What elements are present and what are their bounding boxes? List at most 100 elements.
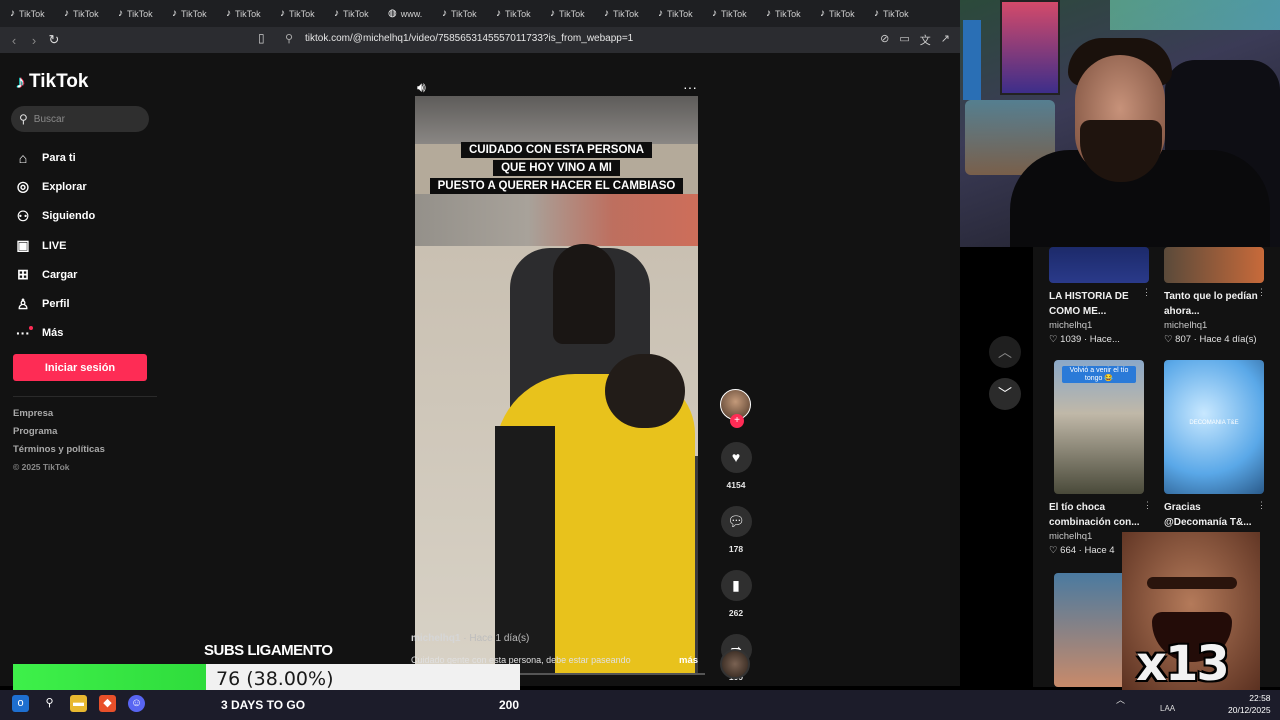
- tray-chevron-icon[interactable]: ︿: [1116, 693, 1125, 706]
- browser-tab[interactable]: ♪ TikTok: [490, 3, 544, 25]
- comment-action[interactable]: 💬︎ 178: [718, 506, 754, 554]
- sidebar-item-label: Explorar: [42, 180, 87, 193]
- more-link[interactable]: más: [679, 655, 698, 666]
- outlook-icon[interactable]: o: [12, 695, 29, 712]
- video-card[interactable]: Tanto que lo pedían ahora... michelhq1 ♡…: [1164, 247, 1266, 345]
- card-title[interactable]: LA HISTORIA DE COMO ME...: [1049, 289, 1149, 319]
- browser-tab[interactable]: ♪ TikTok: [166, 3, 220, 25]
- browser-tab[interactable]: ◍ www.: [382, 3, 436, 25]
- browser-tab-label: TikTok: [181, 8, 207, 19]
- browser-tab[interactable]: ♪ TikTok: [814, 3, 868, 25]
- card-more-icon[interactable]: ⋮: [1257, 287, 1266, 298]
- taskbar-clock[interactable]: 22:58 20/12/2025: [1228, 692, 1271, 716]
- sidebar-item-mas[interactable]: ··· Más: [14, 319, 95, 348]
- save-action[interactable]: ▮ 262: [718, 570, 754, 618]
- video-scene-hair: [553, 244, 615, 344]
- browser-tab[interactable]: ♪ TikTok: [652, 3, 706, 25]
- browser-tab-label: TikTok: [613, 8, 639, 19]
- logo-text: TikTok: [29, 71, 89, 92]
- bookmark-icon[interactable]: ▯: [258, 31, 265, 45]
- browser-tab[interactable]: ♪ TikTok: [760, 3, 814, 25]
- more-options-icon[interactable]: ···: [683, 79, 697, 96]
- sidebar-item-siguiendo[interactable]: ⚇ Siguiendo: [14, 202, 95, 231]
- video-card[interactable]: DECOMANIA T&E Gracias @Decomanía T&... ⋮: [1164, 360, 1266, 530]
- video-thumbnail[interactable]: [1164, 247, 1264, 283]
- sidebar-item-para-ti[interactable]: ⌂ Para ti: [14, 143, 95, 172]
- globe-icon: ◍: [388, 8, 397, 19]
- meme-eyes: [1147, 577, 1237, 589]
- like-count: 4154: [726, 480, 746, 490]
- browser-tab[interactable]: ♪ TikTok: [436, 3, 490, 25]
- forward-icon[interactable]: ›: [24, 33, 44, 48]
- video-card[interactable]: Volvió a venir el tío tongo 😂 El tío cho…: [1049, 360, 1152, 556]
- video-top-controls: 🔊︎ ···: [417, 79, 697, 96]
- sidebar: ♪ TikTok ⚲ ⌂ Para ti ◎ Explorar ⚇ Siguie…: [0, 53, 160, 686]
- translate-icon[interactable]: 文: [920, 32, 931, 48]
- heart-outline-icon: ♡: [1049, 334, 1058, 345]
- video-thumbnail[interactable]: DECOMANIA T&E: [1164, 360, 1264, 494]
- follow-plus-icon[interactable]: +: [730, 414, 744, 428]
- sidebar-item-live[interactable]: ▣ LIVE: [14, 231, 95, 260]
- card-title[interactable]: Tanto que lo pedían ahora...: [1164, 289, 1264, 319]
- card-title[interactable]: El tío choca combinación con...: [1049, 500, 1144, 530]
- search-input[interactable]: [33, 113, 134, 125]
- author-name[interactable]: michelhq1: [411, 633, 460, 644]
- tiktok-favicon-icon: ♪: [10, 8, 15, 19]
- search-box[interactable]: ⚲: [11, 106, 149, 132]
- footer-link-empresa[interactable]: Empresa: [13, 408, 105, 426]
- video-card[interactable]: LA HISTORIA DE COMO ME... michelhq1 ♡ 10…: [1049, 247, 1151, 345]
- creator-avatar[interactable]: +: [720, 389, 751, 428]
- card-user[interactable]: michelhq1: [1049, 320, 1149, 331]
- search-icon[interactable]: ⚲: [41, 695, 58, 712]
- browser-tab[interactable]: ♪ TikTok: [274, 3, 328, 25]
- browser-tab[interactable]: ♪ TikTok: [868, 3, 922, 25]
- card-meta: ♡ 807 · Hace 4 día(s): [1164, 334, 1257, 345]
- tiktok-logo[interactable]: ♪ TikTok: [16, 71, 88, 93]
- tiktok-page: ♪ TikTok ⚲ ⌂ Para ti ◎ Explorar ⚇ Siguie…: [0, 53, 1021, 686]
- video-player[interactable]: CUIDADO CON ESTA PERSONA QUE HOY VINO A …: [415, 96, 698, 673]
- browser-tab[interactable]: ♪ TikTok: [328, 3, 382, 25]
- browser-tab[interactable]: ♪ TikTok: [220, 3, 274, 25]
- url-text[interactable]: tiktok.com/@michelhq1/video/758565314555…: [305, 33, 633, 44]
- sidebar-item-cargar[interactable]: ⊞ Cargar: [14, 260, 95, 289]
- browser-tab[interactable]: ♪ TikTok: [544, 3, 598, 25]
- music-disc-avatar[interactable]: [720, 649, 750, 679]
- browser-tab[interactable]: ♪ TikTok: [706, 3, 760, 25]
- back-icon[interactable]: ‹: [4, 33, 24, 48]
- share-icon[interactable]: ↗: [941, 32, 950, 48]
- screen-icon[interactable]: ▭: [899, 32, 909, 48]
- reload-icon[interactable]: ↻: [44, 32, 64, 48]
- browser-tab[interactable]: ♪ TikTok: [4, 3, 58, 25]
- site-info-icon[interactable]: ⚲: [285, 32, 293, 45]
- previous-video-button[interactable]: ︿: [989, 336, 1021, 368]
- sidebar-item-explorar[interactable]: ◎ Explorar: [14, 172, 95, 201]
- upload-icon: ⊞: [17, 266, 29, 283]
- sidebar-item-perfil[interactable]: ♙ Perfil: [14, 289, 95, 318]
- browser-tab[interactable]: ♪ TikTok: [58, 3, 112, 25]
- card-title[interactable]: Gracias @Decomanía T&...: [1164, 500, 1264, 530]
- like-action[interactable]: ♥ 4154: [718, 442, 754, 490]
- no-eye-icon[interactable]: ⊘: [880, 32, 889, 48]
- browser-tab[interactable]: ♪ TikTok: [598, 3, 652, 25]
- bookmark-icon[interactable]: ▮: [720, 570, 752, 601]
- subs-goal-value: 76 (38.00%): [216, 668, 334, 690]
- folder-icon[interactable]: ▬: [70, 695, 87, 712]
- brave-icon[interactable]: ◆: [99, 695, 116, 712]
- video-thumbnail[interactable]: Volvió a venir el tío tongo 😂: [1054, 360, 1144, 494]
- language-indicator[interactable]: LAA: [1160, 704, 1175, 713]
- next-video-button[interactable]: ﹀: [989, 378, 1021, 410]
- login-button[interactable]: Iniciar sesión: [13, 354, 147, 381]
- browser-tab[interactable]: ♪ TikTok: [112, 3, 166, 25]
- card-user[interactable]: michelhq1: [1164, 320, 1264, 331]
- comment-icon[interactable]: 💬︎: [720, 506, 752, 537]
- footer-link-programa[interactable]: Programa: [13, 426, 105, 444]
- video-thumbnail[interactable]: [1049, 247, 1149, 283]
- card-more-icon[interactable]: ⋮: [1142, 287, 1151, 298]
- discord-icon[interactable]: ☺: [128, 695, 145, 712]
- card-more-icon[interactable]: ⋮: [1257, 500, 1266, 511]
- volume-icon[interactable]: 🔊︎: [417, 79, 426, 96]
- footer-link-terminos[interactable]: Términos y políticas: [13, 444, 105, 462]
- video-author[interactable]: michelhq1 · Hace 1 día(s): [411, 633, 529, 644]
- card-more-icon[interactable]: ⋮: [1143, 500, 1152, 511]
- heart-icon[interactable]: ♥: [720, 442, 752, 473]
